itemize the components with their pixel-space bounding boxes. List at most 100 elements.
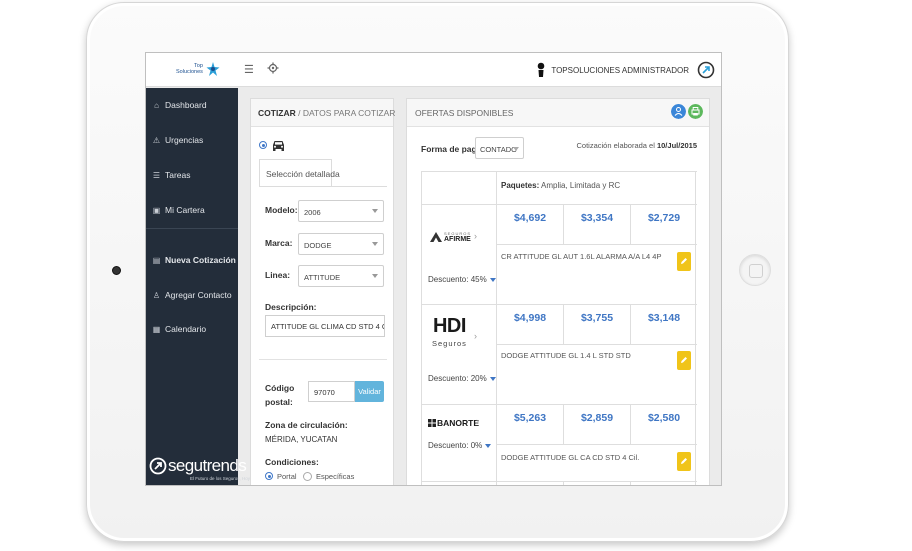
- table-rule: [630, 204, 631, 244]
- cotizar-panel: COTIZAR / DATOS PARA COTIZAR Selección d…: [250, 98, 396, 485]
- brand-name: segutrends: [168, 456, 247, 475]
- ofertas-title: OFERTAS DISPONIBLES: [415, 108, 514, 118]
- codigo-postal-label-2: postal:: [265, 397, 293, 407]
- tab-underline: [259, 186, 387, 187]
- sidebar-item-mi-cartera[interactable]: ▣ Mi Cartera: [152, 205, 205, 215]
- sidebar-item-agregar-contacto[interactable]: ♙ Agregar Contacto: [152, 290, 232, 300]
- forma-pago-select[interactable]: CONTADO: [475, 137, 524, 159]
- chevron-down-icon: [372, 209, 378, 213]
- discount-dropdown[interactable]: Descuento: 0%: [428, 441, 492, 450]
- price-rc[interactable]: $3,148: [631, 312, 697, 324]
- print-button[interactable]: [688, 104, 703, 119]
- chevron-down-icon: [489, 376, 496, 381]
- logo-line-2: Soluciones: [176, 69, 203, 75]
- discount-value: Descuento: 0%: [428, 441, 483, 450]
- sidebar-item-label: Nueva Cotización: [165, 255, 236, 265]
- price-rc[interactable]: $2,729: [631, 212, 697, 224]
- section-divider: [259, 359, 387, 360]
- condiciones-portal-radio[interactable]: [265, 472, 273, 480]
- sidebar-item-urgencias[interactable]: ⚠ Urgencias: [152, 135, 203, 145]
- modelo-select[interactable]: 2006: [298, 200, 384, 222]
- person-icon: ♙: [152, 290, 161, 300]
- condiciones-especificas-label: Específicas: [316, 472, 355, 481]
- price-rc[interactable]: $2,580: [631, 412, 697, 424]
- descripcion-input[interactable]: ATTITUDE GL CLIMA CD STD 4 CIL 4 PT:: [265, 315, 385, 337]
- top-bar: Top Soluciones ☰ TOPSOLUCIONES ADMINISTR…: [146, 53, 721, 87]
- packages-value: Amplia, Limitada y RC: [539, 181, 621, 190]
- discount-dropdown[interactable]: Descuento: 20%: [428, 374, 496, 383]
- edit-button[interactable]: [677, 252, 691, 271]
- condiciones-especificas-radio[interactable]: [303, 472, 312, 481]
- cotizar-panel-header: COTIZAR / DATOS PARA COTIZAR: [251, 99, 396, 127]
- discount-dropdown[interactable]: Descuento: 45%: [428, 275, 496, 284]
- segutrends-logo[interactable]: segutrends El Futuro de los Seguros, Hoy: [148, 454, 250, 484]
- brand-tagline: El Futuro de los Seguros, Hoy: [190, 476, 251, 481]
- gear-icon[interactable]: [267, 62, 279, 74]
- sidebar-item-nueva-cotizacion[interactable]: ▤ Nueva Cotización: [152, 255, 236, 265]
- topsoluciones-logo[interactable]: Top Soluciones: [176, 59, 221, 79]
- contact-button[interactable]: [671, 104, 686, 119]
- cotizar-title: COTIZAR: [258, 108, 296, 118]
- chevron-down-icon: [372, 274, 378, 278]
- packages-header: Paquetes: Amplia, Limitada y RC: [501, 181, 620, 190]
- table-rule: [422, 204, 697, 205]
- quote-date-text: Cotización elaborada el 10/Jul/2015: [577, 141, 698, 150]
- pencil-icon: [681, 258, 687, 264]
- table-rule: [563, 481, 564, 485]
- price-limitada[interactable]: $2,859: [564, 412, 630, 424]
- codigo-postal-input[interactable]: 97070: [308, 381, 355, 402]
- ofertas-panel: OFERTAS DISPONIBLES Forma de pago: CONTA…: [406, 98, 710, 485]
- quote-date-prefix: Cotización elaborada el: [576, 141, 657, 150]
- sidebar-item-calendario[interactable]: ▦ Calendario: [152, 324, 206, 334]
- home-icon: ⌂: [154, 100, 159, 110]
- table-rule: [496, 244, 697, 245]
- afirme-logo[interactable]: SEGUROS AFIRME: [430, 231, 471, 243]
- hdi-logo[interactable]: HDI Seguros: [432, 316, 467, 351]
- table-rule: [422, 404, 697, 405]
- home-button[interactable]: [739, 254, 771, 286]
- chevron-down-icon: [485, 443, 492, 448]
- sidebar-item-label: Urgencias: [165, 135, 204, 145]
- sidebar-item-dashboard[interactable]: ⌂ Dashboard: [152, 100, 207, 110]
- linea-select[interactable]: ATTITUDE: [298, 265, 384, 287]
- zona-circulacion-value: MÉRIDA, YUCATAN: [265, 435, 338, 444]
- price-limitada[interactable]: $3,755: [564, 312, 630, 324]
- hdi-logo-small: Seguros: [432, 339, 467, 348]
- banorte-logo[interactable]: BANORTE: [428, 418, 479, 428]
- table-rule: [422, 481, 697, 482]
- codigo-postal-label-1: Código: [265, 383, 295, 393]
- user-silhouette-icon: [538, 62, 545, 77]
- calendar-icon: ▦: [152, 324, 161, 334]
- user-name[interactable]: TOPSOLUCIONES ADMINISTRADOR: [551, 66, 689, 75]
- edit-button[interactable]: [677, 351, 691, 370]
- sidebar-item-label: Dashboard: [165, 100, 207, 110]
- sidebar-item-label: Mi Cartera: [165, 205, 205, 215]
- chevron-right-icon[interactable]: ›: [474, 231, 477, 241]
- car-icon[interactable]: [272, 140, 285, 151]
- price-amplia[interactable]: $4,998: [497, 312, 563, 324]
- list-icon: ☰: [152, 170, 161, 180]
- edit-button[interactable]: [677, 452, 691, 471]
- hamburger-menu-icon[interactable]: ☰: [244, 63, 254, 76]
- vehicle-description: DODGE ATTITUDE GL 1.4 L STD STD: [501, 351, 631, 360]
- chevron-down-icon: [489, 277, 496, 282]
- sidebar-item-label: Tareas: [165, 170, 191, 180]
- pencil-icon: [681, 357, 687, 363]
- price-amplia[interactable]: $4,692: [497, 212, 563, 224]
- marca-select[interactable]: DODGE: [298, 233, 384, 255]
- chevron-right-icon[interactable]: ›: [474, 331, 477, 341]
- validar-button[interactable]: Validar: [355, 381, 384, 402]
- camera-icon: [112, 266, 121, 275]
- sidebar: ⌂ Dashboard ⚠ Urgencias ☰ Tareas ▣ Mi Ca…: [146, 88, 250, 485]
- price-amplia[interactable]: $5,263: [497, 412, 563, 424]
- tab-seleccion-detallada[interactable]: Selección detallada: [259, 159, 340, 187]
- price-limitada[interactable]: $3,354: [564, 212, 630, 224]
- table-rule: [496, 444, 697, 445]
- chevron-right-icon[interactable]: ›: [476, 416, 479, 426]
- vehicle-type-radio[interactable]: [259, 141, 267, 149]
- logout-icon[interactable]: [697, 61, 715, 79]
- sidebar-item-tareas[interactable]: ☰ Tareas: [152, 170, 191, 180]
- discount-value: Descuento: 20%: [428, 374, 487, 383]
- app-screen: Top Soluciones ☰ TOPSOLUCIONES ADMINISTR…: [145, 52, 722, 486]
- cotizar-subtitle: / DATOS PARA COTIZAR: [295, 108, 396, 118]
